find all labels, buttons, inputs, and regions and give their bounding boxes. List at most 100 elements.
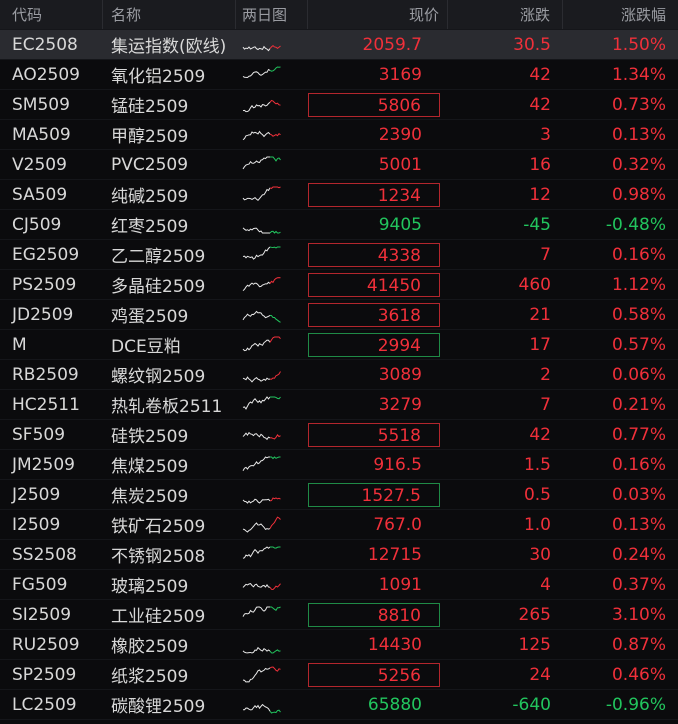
percent-change: 0.77% — [611, 424, 666, 445]
table-row[interactable]: SS2508 不锈钢2508 12715 30 0.24% — [0, 540, 678, 570]
sparkline-cell — [236, 365, 308, 385]
current-price: 5256 — [308, 662, 440, 687]
current-price: 5518 — [308, 422, 440, 447]
percent-change: 0.58% — [611, 304, 666, 325]
two-day-sparkline-icon — [242, 246, 281, 260]
two-day-sparkline-icon — [242, 665, 281, 683]
column-header-pct[interactable]: 涨跌幅 — [563, 0, 678, 29]
table-row[interactable]: SP2509 纸浆2509 5256 24 0.46% — [0, 660, 678, 690]
two-day-sparkline-icon — [242, 515, 281, 533]
two-day-sparkline-icon — [242, 44, 281, 51]
current-price: 2059.7 — [362, 34, 422, 55]
contract-name: PVC2509 — [111, 154, 189, 175]
percent-change: 1.12% — [611, 274, 666, 295]
current-price: 14430 — [367, 634, 422, 655]
price-cell: 3279 — [308, 393, 448, 417]
table-row[interactable]: HC2511 热轧卷板2511 3279 7 0.21% — [0, 390, 678, 420]
contract-name: 氧化铝2509 — [111, 67, 206, 87]
percent-change: 0.32% — [611, 154, 666, 175]
two-day-sparkline-icon — [242, 336, 281, 351]
contract-code: JM2509 — [12, 454, 75, 475]
contract-name: 工业硅2509 — [111, 607, 206, 627]
table-row[interactable]: LC2509 碳酸锂2509 65880 -640 -0.96% — [0, 690, 678, 720]
contract-code: RU2509 — [12, 634, 80, 655]
table-row[interactable]: SI2509 工业硅2509 8810 265 3.10% — [0, 600, 678, 630]
current-price: 1234 — [308, 182, 440, 207]
table-row[interactable]: CJ509 红枣2509 9405 -45 -0.48% — [0, 210, 678, 240]
price-change: 17 — [529, 334, 551, 355]
table-row[interactable]: JM2509 焦煤2509 916.5 1.5 0.16% — [0, 450, 678, 480]
contract-code: SM509 — [12, 94, 70, 115]
price-cell: 767.0 — [308, 513, 448, 537]
price-cell: 5518 — [308, 422, 448, 447]
column-header-chart[interactable]: 两日图 — [236, 0, 308, 29]
table-row[interactable]: SM509 锰硅2509 5806 42 0.73% — [0, 90, 678, 120]
table-row[interactable]: V2509 PVC2509 5001 16 0.32% — [0, 150, 678, 180]
two-day-sparkline-icon — [242, 310, 281, 323]
current-price: 2994 — [308, 332, 440, 357]
contract-code: EG2509 — [12, 244, 80, 265]
table-row[interactable]: AO2509 氧化铝2509 3169 42 1.34% — [0, 60, 678, 90]
contract-code: M — [12, 334, 27, 355]
current-price: 767.0 — [373, 514, 422, 535]
current-price: 1091 — [378, 574, 422, 595]
table-row[interactable]: RU2509 橡胶2509 14430 125 0.87% — [0, 630, 678, 660]
percent-change: 0.24% — [611, 544, 666, 565]
sparkline-cell — [236, 35, 308, 55]
price-change: 42 — [529, 64, 551, 85]
price-change: 30 — [529, 544, 551, 565]
current-price: 8810 — [308, 602, 440, 627]
contract-name: 乙二醇2509 — [111, 247, 206, 267]
current-price: 4338 — [308, 242, 440, 267]
two-day-sparkline-icon — [242, 99, 281, 112]
sparkline-cell — [236, 545, 308, 565]
price-cell: 3089 — [308, 363, 448, 387]
current-price: 3279 — [378, 394, 422, 415]
price-cell: 4338 — [308, 242, 448, 267]
contract-name: 锰硅2509 — [111, 97, 189, 117]
column-header-name[interactable]: 名称 — [103, 0, 236, 29]
sparkline-cell — [236, 155, 308, 175]
table-row[interactable]: MA509 甲醇2509 2390 3 0.13% — [0, 120, 678, 150]
contract-code: FG509 — [12, 574, 68, 595]
current-price: 12715 — [367, 544, 422, 565]
table-row[interactable]: J2509 焦炭2509 1527.5 0.5 0.03% — [0, 480, 678, 510]
price-change: 7 — [540, 244, 551, 265]
percent-change: 0.87% — [611, 634, 666, 655]
table-row[interactable]: FG509 玻璃2509 1091 4 0.37% — [0, 570, 678, 600]
sparkline-cell — [236, 575, 308, 595]
table-row[interactable]: I2509 铁矿石2509 767.0 1.0 0.13% — [0, 510, 678, 540]
table-row[interactable]: EC2508 集运指数(欧线) 2059.7 30.5 1.50% — [0, 30, 678, 60]
two-day-sparkline-icon — [242, 431, 281, 440]
contract-name: 集运指数(欧线) — [111, 37, 227, 57]
price-change: 125 — [518, 634, 551, 655]
table-row[interactable]: PS2509 多晶硅2509 41450 460 1.12% — [0, 270, 678, 300]
column-header-price[interactable]: 现价 — [308, 0, 448, 29]
sparkline-cell — [236, 485, 308, 505]
table-row[interactable]: M DCE豆粕 2994 17 0.57% — [0, 330, 678, 360]
sparkline-cell — [236, 425, 308, 445]
sparkline-cell — [236, 65, 308, 85]
table-header: 代码 名称 两日图 现价 涨跌 涨跌幅 — [0, 0, 678, 30]
table-row[interactable]: EG2509 乙二醇2509 4338 7 0.16% — [0, 240, 678, 270]
price-change: 0.5 — [523, 484, 551, 505]
contract-name: 硅铁2509 — [111, 427, 189, 447]
price-cell: 41450 — [308, 272, 448, 297]
price-change: 265 — [518, 604, 551, 625]
price-cell: 916.5 — [308, 453, 448, 477]
contract-code: RB2509 — [12, 364, 79, 385]
contract-code: SP2509 — [12, 664, 77, 685]
two-day-sparkline-icon — [242, 395, 281, 410]
table-row[interactable]: SF509 硅铁2509 5518 42 0.77% — [0, 420, 678, 450]
contract-name: 多晶硅2509 — [111, 277, 206, 297]
percent-change: 0.16% — [611, 454, 666, 475]
column-header-code[interactable]: 代码 — [0, 0, 103, 29]
column-header-change[interactable]: 涨跌 — [448, 0, 563, 29]
price-change: -640 — [512, 694, 551, 715]
table-row[interactable]: SA509 纯碱2509 1234 12 0.98% — [0, 180, 678, 210]
current-price: 65880 — [367, 694, 422, 715]
table-row[interactable]: RB2509 螺纹钢2509 3089 2 0.06% — [0, 360, 678, 390]
table-row[interactable]: JD2509 鸡蛋2509 3618 21 0.58% — [0, 300, 678, 330]
current-price: 41450 — [308, 272, 440, 297]
two-day-sparkline-icon — [242, 227, 281, 234]
